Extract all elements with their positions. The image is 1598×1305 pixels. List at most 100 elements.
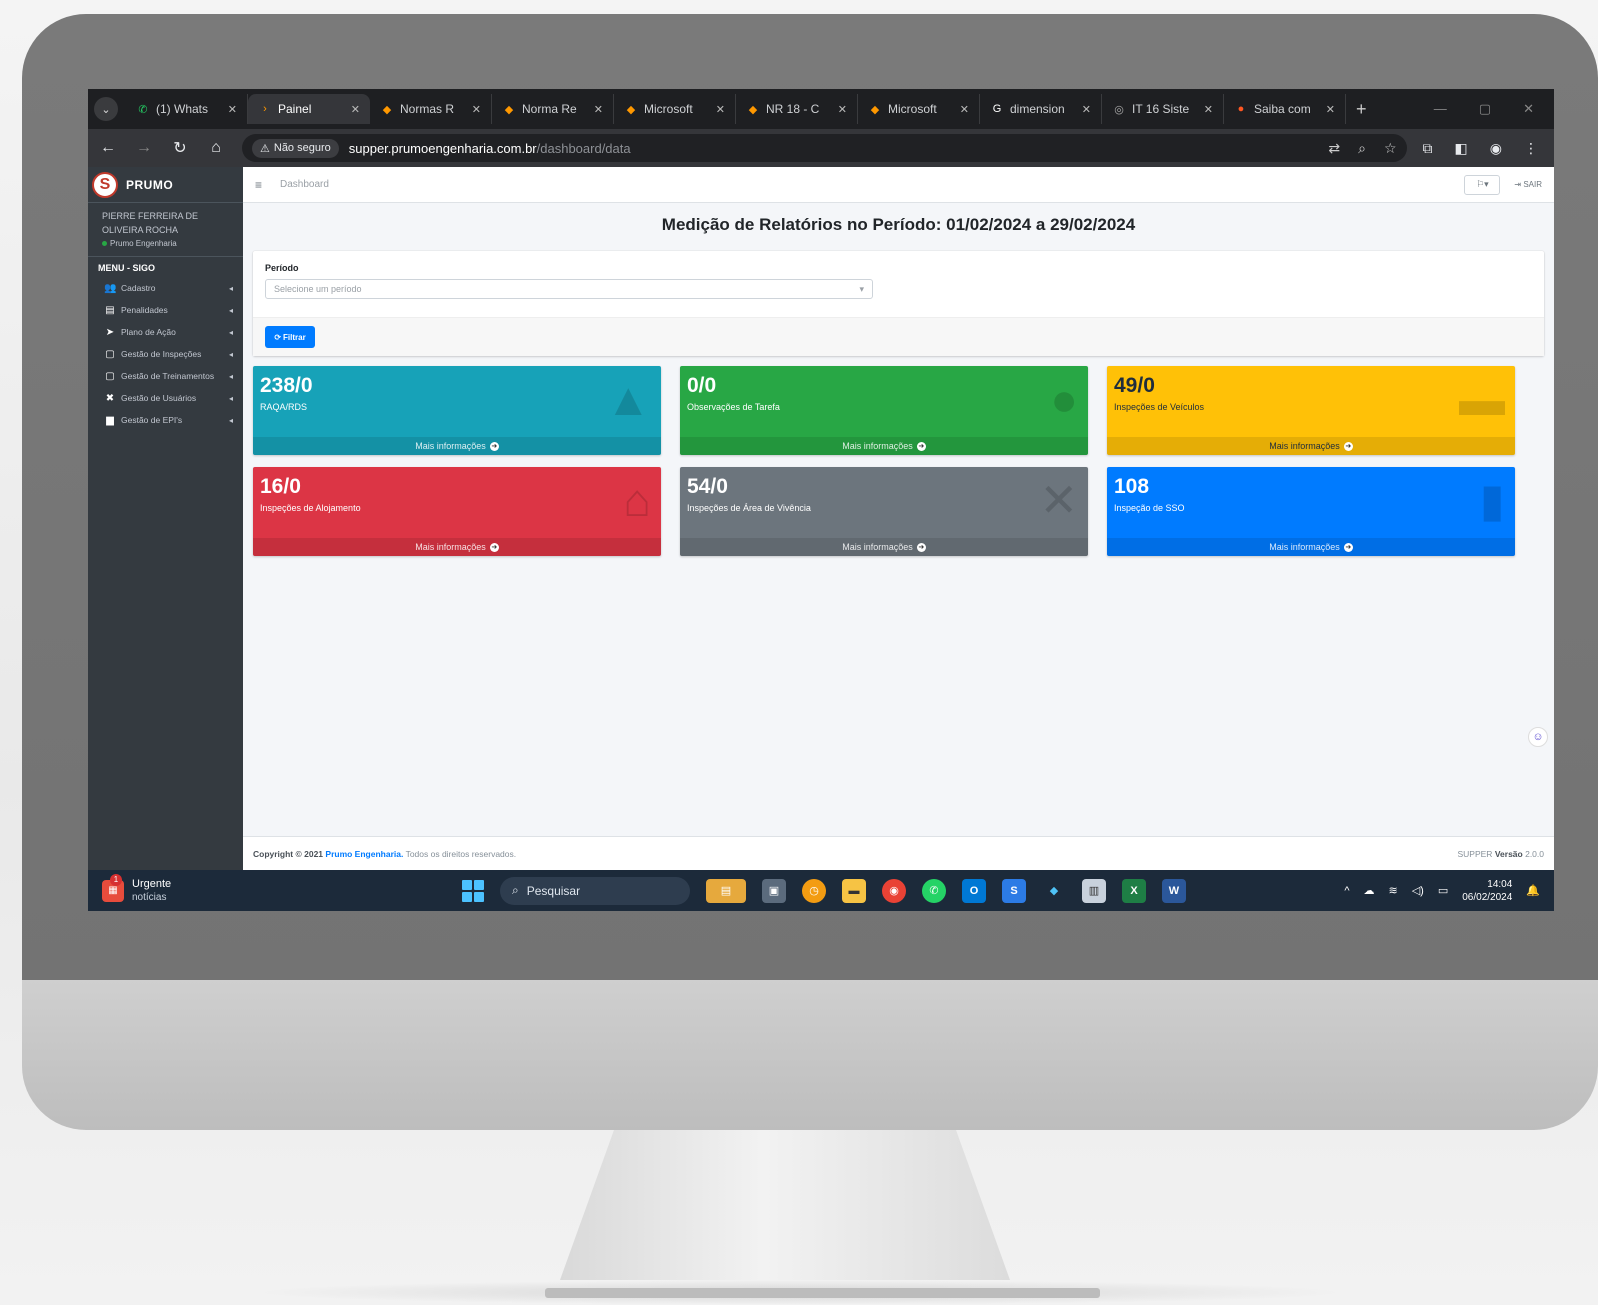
taskbar-clock[interactable]: 14:04 06/02/2024 [1462, 878, 1512, 904]
new-tab-plus-icon[interactable]: + [1356, 99, 1367, 120]
tab-close-icon[interactable]: ✕ [594, 103, 603, 116]
copy-icon: ▮ [1479, 474, 1505, 526]
brand-name: PRUMO [126, 177, 174, 192]
browser-tab[interactable]: Gdimension ✕ [980, 94, 1102, 124]
sidebar-item[interactable]: ➤ Plano de Ação ◂ [88, 321, 243, 343]
browser-tab[interactable]: › Painel ✕ [248, 94, 370, 124]
chat-widget-icon[interactable]: ☺ [1528, 727, 1548, 747]
whatsapp-taskbar-icon[interactable]: ✆ [922, 878, 946, 903]
widget-thumbnail-icon[interactable]: ▤ [706, 878, 746, 903]
home-icon[interactable]: ⌂ [206, 139, 226, 157]
browser-tab[interactable]: ● Saiba com ✕ [1224, 94, 1346, 124]
news-widget[interactable]: ▦ 1 Urgente notícias [102, 873, 342, 904]
tab-close-icon[interactable]: ✕ [472, 103, 481, 116]
zoom-icon[interactable]: ⌕ [1358, 140, 1366, 157]
wifi-icon[interactable]: ≋ [1388, 884, 1397, 897]
browser-tab[interactable]: ◆ Microsoft ✕ [858, 94, 980, 124]
battery-icon[interactable]: ▭ [1438, 884, 1448, 897]
window-controls: — ▢ ✕ [1434, 101, 1554, 117]
sidebar-item[interactable]: ▤ Penalidades ◂ [88, 299, 243, 321]
more-info-link[interactable]: Mais informações ➜ [253, 538, 661, 556]
chrome-icon[interactable]: ◉ [882, 878, 906, 903]
url-bar[interactable]: ⚠ Não seguro supper.prumoengenharia.com.… [242, 134, 1407, 162]
notification-bell-icon[interactable]: 🔔 [1526, 884, 1540, 897]
close-window-icon[interactable]: ✕ [1523, 101, 1534, 117]
filter-footer: ⟳ Filtrar [253, 317, 1544, 356]
tab-close-icon[interactable]: ✕ [228, 103, 237, 116]
browser-tab[interactable]: ◆ Normas R ✕ [370, 94, 492, 124]
language-dropdown[interactable]: ⚐ ▾ [1464, 174, 1501, 195]
tab-close-icon[interactable]: ✕ [1326, 103, 1335, 116]
menu-header: MENU - SIGO [98, 263, 156, 273]
volume-icon[interactable]: ◁) [1412, 884, 1424, 897]
maximize-icon[interactable]: ▢ [1479, 101, 1491, 117]
browser-tab[interactable]: ✆ (1) Whats ✕ [126, 94, 248, 124]
footer-copyright: Copyright © 2021 Prumo Engenharia. Todos… [253, 849, 516, 859]
sidebar-item[interactable]: ▢ Gestão de Treinamentos ◂ [88, 365, 243, 387]
sidebar-item[interactable]: ✖ Gestão de Usuários ◂ [88, 387, 243, 409]
outlook-icon[interactable]: O [962, 878, 986, 903]
diamond-icon: ◆ [382, 103, 392, 116]
windows-start-icon[interactable] [462, 879, 484, 902]
browser-tab[interactable]: ◆ NR 18 - C ✕ [736, 94, 858, 124]
more-info-label: Mais informações [415, 542, 486, 552]
reload-icon[interactable]: ↻ [170, 138, 190, 158]
document-app-icon[interactable]: ▥ [1082, 878, 1106, 903]
diamond-app-icon[interactable]: ◆ [1042, 879, 1066, 903]
sidebar-item[interactable]: ▢ Gestão de Inspeções ◂ [88, 343, 243, 365]
kebab-menu-icon[interactable]: ⋮ [1524, 140, 1538, 157]
tools-icon: ✕ [1039, 474, 1078, 526]
house-icon: ⌂ [623, 474, 651, 526]
side-panel-icon[interactable]: ◧ [1455, 140, 1468, 157]
onedrive-icon[interactable]: ☁ [1363, 884, 1374, 897]
file-explorer-icon[interactable]: ▬ [842, 878, 866, 903]
tab-search-chevron-icon[interactable]: ⌄ [94, 97, 118, 121]
more-info-link[interactable]: Mais informações ➜ [1107, 437, 1515, 455]
user-name[interactable]: PIERRE FERREIRA DE OLIVEIRA ROCHA [102, 209, 231, 237]
tab-close-icon[interactable]: ✕ [838, 103, 847, 116]
sidebar-item[interactable]: ▆ Gestão de EPI's ◂ [88, 409, 243, 431]
screen: ⌄ ✆ (1) Whats ✕ › Painel ✕ ◆ Normas R ✕ ◆ Norma Re… [88, 89, 1554, 911]
more-info-link[interactable]: Mais informações ➜ [1107, 538, 1515, 556]
back-arrow-icon[interactable]: ← [98, 139, 118, 157]
stats-grid: 238/0 RAQA/RDS ▲ Mais informações ➜ 0/0 Observ… [253, 366, 1544, 556]
word-icon[interactable]: W [1162, 878, 1186, 903]
news-badge: 1 [110, 873, 122, 886]
browser-tab[interactable]: ◆ Microsoft ✕ [614, 94, 736, 124]
tab-label: Microsoft [644, 102, 693, 116]
excel-icon[interactable]: X [1122, 878, 1146, 903]
profile-avatar-icon[interactable]: ◉ [1490, 140, 1502, 157]
forward-arrow-icon[interactable]: → [134, 139, 154, 157]
tab-close-icon[interactable]: ✕ [351, 103, 360, 116]
sidebar-item[interactable]: 👥 Cadastro ◂ [88, 277, 243, 299]
period-select[interactable]: Selecione um período ▾ [265, 279, 873, 299]
browser-tab[interactable]: ◎ IT 16 Siste ✕ [1102, 94, 1224, 124]
extensions-puzzle-icon[interactable]: ⧉ [1423, 140, 1433, 157]
breadcrumb-dashboard[interactable]: Dashboard [280, 179, 329, 190]
tab-close-icon[interactable]: ✕ [1082, 103, 1091, 116]
security-chip[interactable]: ⚠ Não seguro [252, 138, 339, 158]
footer-company-link[interactable]: Prumo Engenharia. [325, 849, 403, 859]
logout-link[interactable]: ⇥ SAIR [1514, 180, 1542, 189]
translate-icon[interactable]: ⇄ [1328, 140, 1340, 157]
tab-close-icon[interactable]: ✕ [960, 103, 969, 116]
more-info-link[interactable]: Mais informações ➜ [680, 538, 1088, 556]
hamburger-icon[interactable]: ≡ [255, 178, 262, 192]
task-view-icon[interactable]: ▣ [762, 878, 786, 903]
minimize-icon[interactable]: — [1434, 101, 1447, 117]
clock-app-icon[interactable]: ◷ [802, 878, 826, 903]
taskbar-search[interactable]: ⌕ Pesquisar [500, 876, 690, 905]
tray-chevron-icon[interactable]: ^ [1344, 885, 1349, 897]
stat-value: 0/0 [687, 374, 717, 397]
bookmark-star-icon[interactable]: ☆ [1384, 140, 1397, 157]
chevron-left-icon: ◂ [228, 393, 233, 403]
more-info-link[interactable]: Mais informações ➜ [253, 437, 661, 455]
filter-button[interactable]: ⟳ Filtrar [265, 326, 315, 348]
skype-icon[interactable]: S [1002, 878, 1026, 903]
brand[interactable]: S PRUMO [88, 167, 243, 203]
stat-box-inner: 49/0 Inspeções de Veículos [1107, 366, 1515, 420]
more-info-link[interactable]: Mais informações ➜ [680, 437, 1088, 455]
tab-close-icon[interactable]: ✕ [1204, 103, 1213, 116]
browser-tab[interactable]: ◆ Norma Re ✕ [492, 94, 614, 124]
tab-close-icon[interactable]: ✕ [716, 103, 725, 116]
